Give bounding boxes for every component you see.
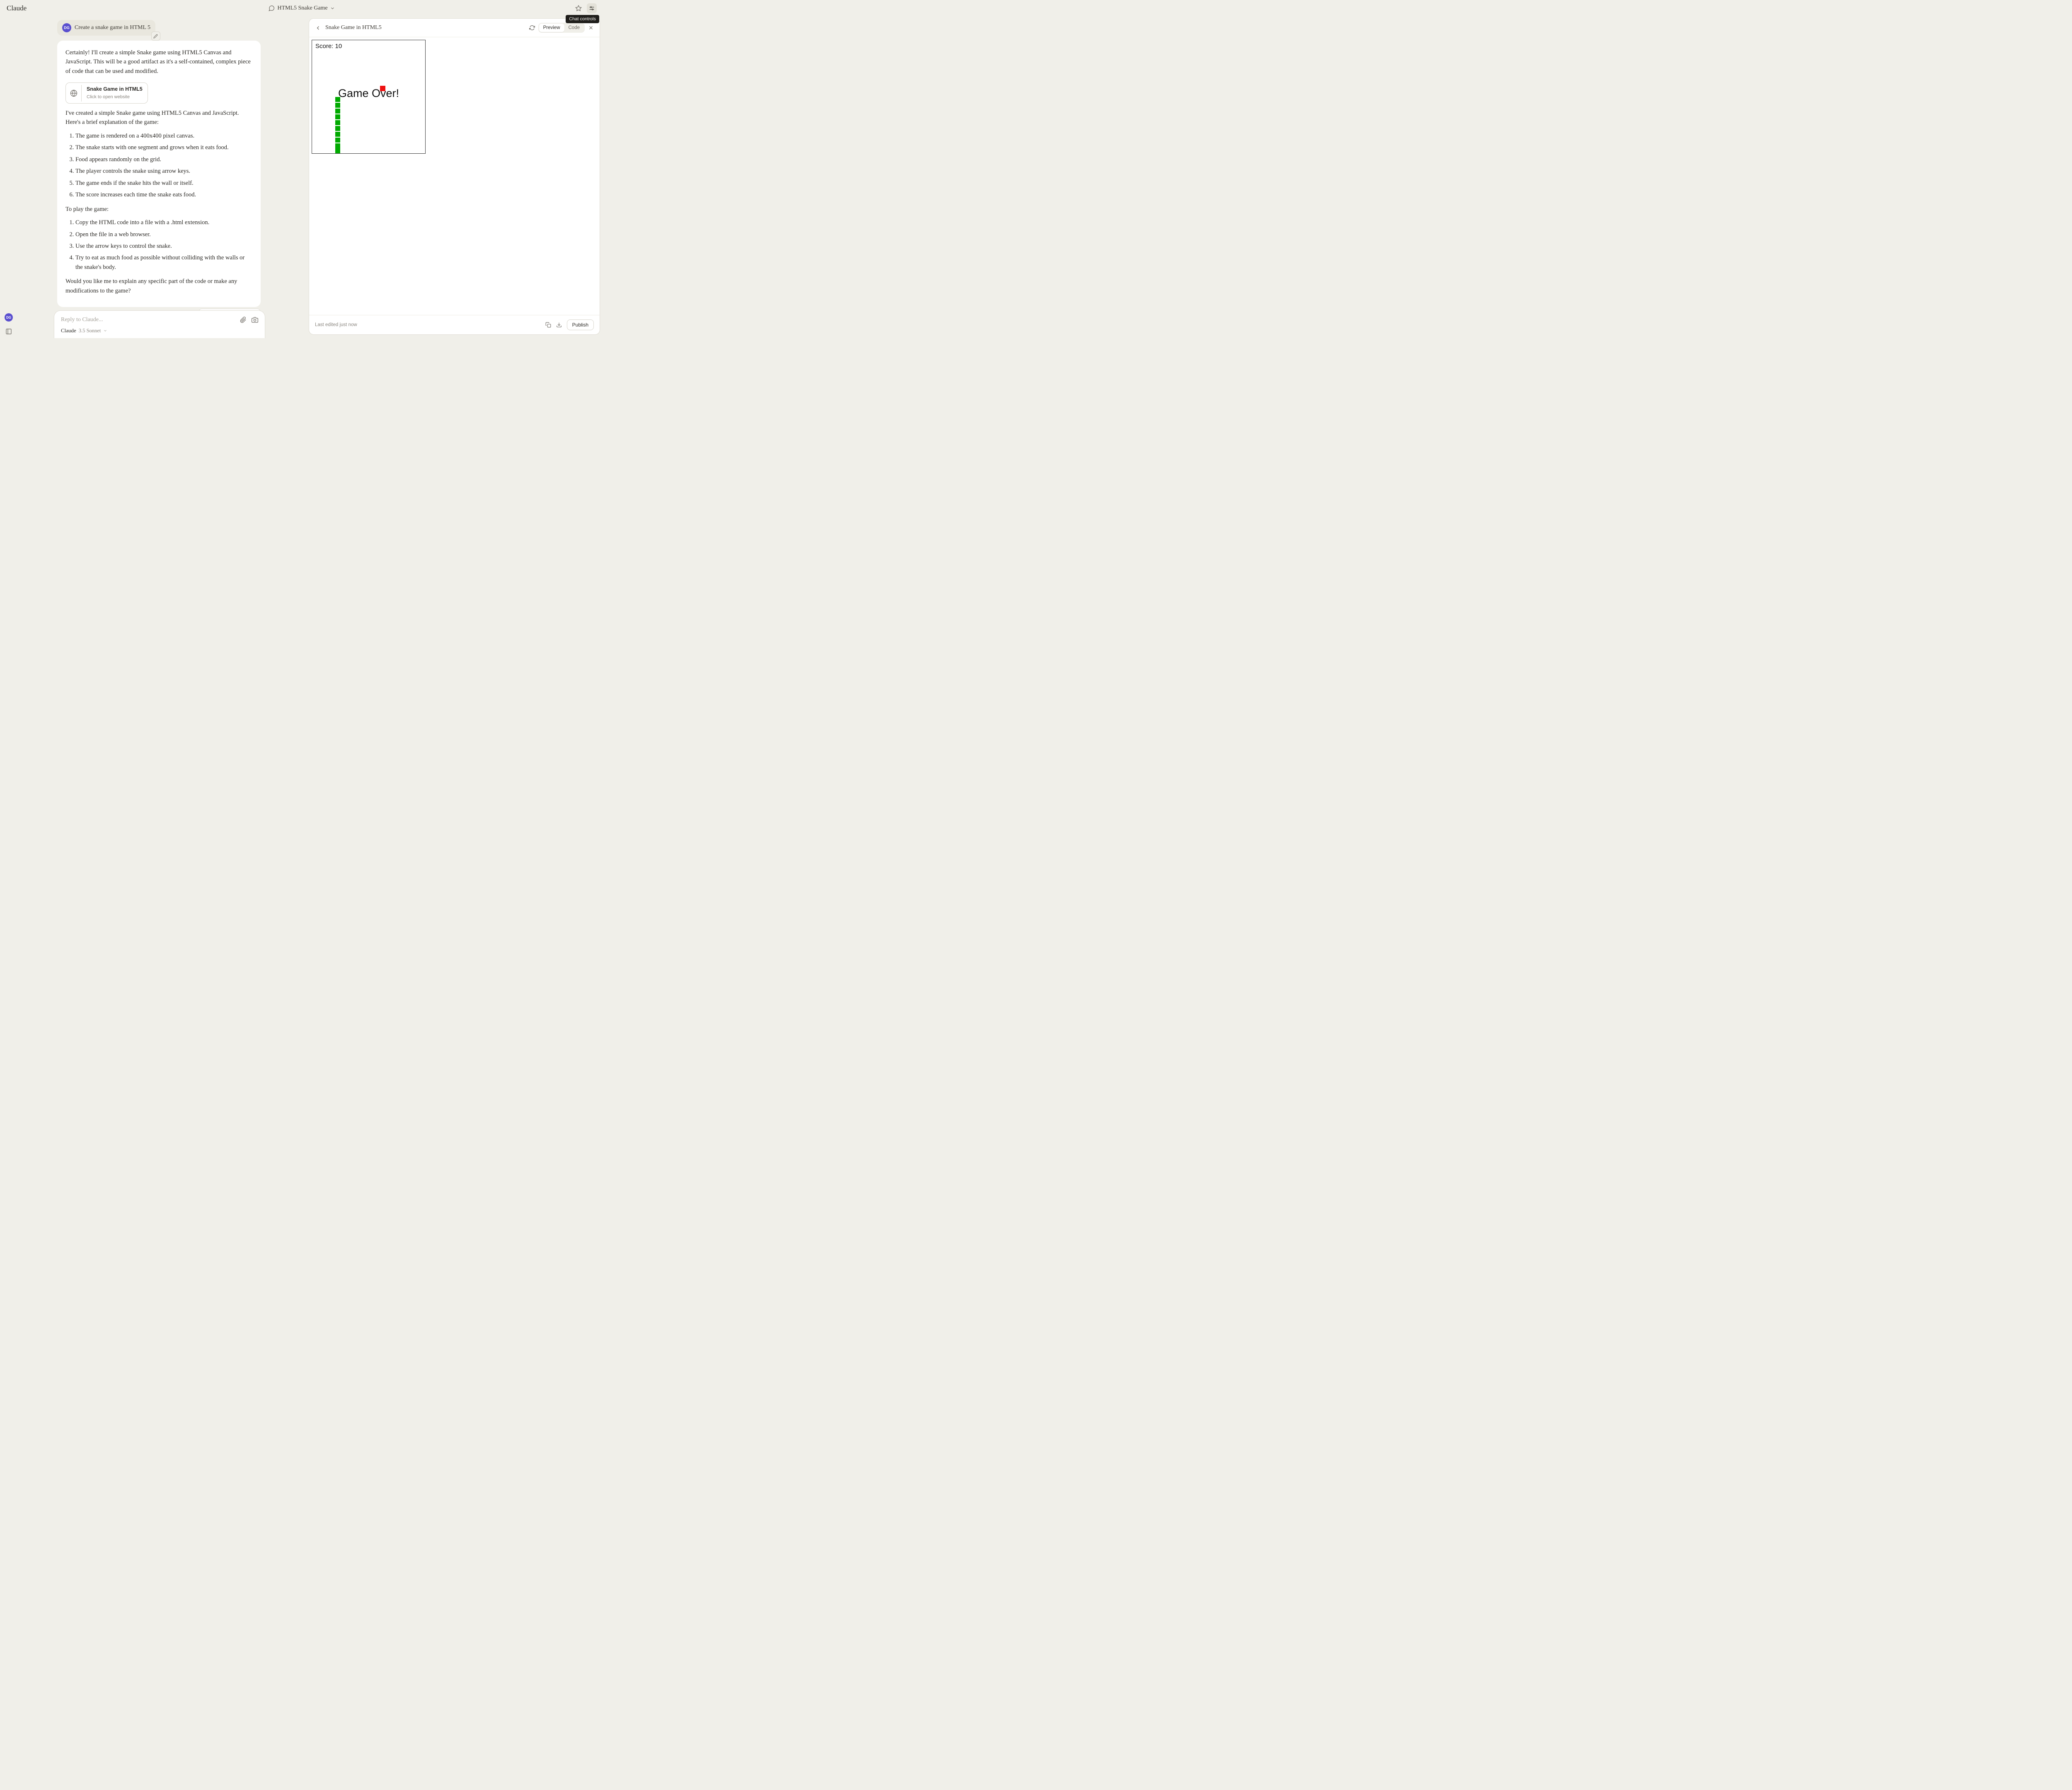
chevron-down-icon[interactable] [330, 6, 335, 11]
tab-code[interactable]: Code [564, 24, 584, 32]
close-icon[interactable] [588, 25, 594, 31]
list-item: Copy the HTML code into a file with a .h… [75, 218, 252, 227]
model-selector[interactable]: 3.5 Sonnet [79, 328, 101, 334]
edit-icon[interactable] [151, 31, 160, 41]
artifact-panel-title: Snake Game in HTML5 [325, 24, 525, 31]
snake-segment [335, 120, 340, 125]
to-play-heading: To play the game: [65, 205, 252, 214]
list-item: The snake starts with one segment and gr… [75, 143, 252, 152]
camera-icon[interactable] [252, 317, 258, 323]
star-icon[interactable] [574, 3, 583, 13]
snake-segment [335, 138, 340, 143]
chevron-down-icon[interactable] [103, 329, 107, 333]
snake-segment [335, 97, 340, 102]
list-item: The player controls the snake using arro… [75, 167, 252, 176]
list-item: The score increases each time the snake … [75, 190, 252, 199]
snake-segment [335, 143, 340, 148]
list-item: Use the arrow keys to control the snake. [75, 242, 252, 251]
chat-icon [268, 5, 275, 12]
tooltip-chat-controls: Chat controls [566, 15, 599, 23]
composer-input[interactable]: Reply to Claude... [61, 317, 103, 323]
list-item: Food appears randomly on the grid. [75, 155, 252, 164]
snake-segment [335, 103, 340, 108]
food [380, 86, 385, 91]
explanation-list: The game is rendered on a 400x400 pixel … [65, 131, 252, 200]
last-edited-text: Last edited just now [315, 322, 357, 327]
sidebar-toggle-icon[interactable] [5, 328, 12, 335]
assistant-intro: Certainly! I'll create a simple Snake ga… [65, 48, 252, 76]
avatar: DG [62, 23, 71, 32]
globe-icon [66, 85, 82, 102]
snake-segment [335, 148, 340, 153]
user-message-text: Create a snake game in HTML 5 [75, 24, 150, 31]
list-item: The game ends if the snake hits the wall… [75, 179, 252, 188]
assistant-message: Certainly! I'll create a simple Snake ga… [57, 41, 261, 307]
instructions-list: Copy the HTML code into a file with a .h… [65, 218, 252, 272]
publish-button[interactable]: Publish [567, 319, 594, 330]
user-message: DG Create a snake game in HTML 5 [57, 20, 155, 36]
avatar[interactable]: DG [5, 313, 13, 322]
list-item: Try to eat as much food as possible with… [75, 253, 252, 272]
list-item: The game is rendered on a 400x400 pixel … [75, 131, 252, 140]
artifact-subtitle: Click to open website [87, 94, 143, 101]
snake-segment [335, 109, 340, 114]
assistant-closing: Would you like me to explain any specifi… [65, 277, 252, 295]
thread-title[interactable]: HTML5 Snake Game [277, 5, 327, 12]
list-item: Open the file in a web browser. [75, 230, 252, 239]
attachment-icon[interactable] [240, 317, 247, 323]
assistant-after-card: I've created a simple Snake game using H… [65, 109, 252, 127]
snake-segment [335, 132, 340, 137]
game-canvas[interactable]: Score: 10 Game Over! [312, 40, 426, 154]
refresh-icon[interactable] [529, 25, 535, 31]
copy-icon[interactable] [545, 322, 551, 328]
game-score: Score: 10 [315, 43, 342, 50]
settings-icon[interactable] [587, 3, 597, 13]
back-icon[interactable] [315, 25, 321, 31]
tab-preview[interactable]: Preview [539, 24, 564, 32]
tab-group: Preview Code [538, 23, 585, 33]
game-over-text: Game Over! [338, 87, 399, 100]
app-name[interactable]: Claude [7, 4, 27, 12]
download-icon[interactable] [556, 322, 562, 328]
composer-brand: Claude [61, 327, 76, 334]
composer[interactable]: Reply to Claude... Claude 3.5 Sonnet [54, 310, 265, 338]
artifact-title: Snake Game in HTML5 [87, 85, 143, 93]
artifact-card[interactable]: Snake Game in HTML5 Click to open websit… [65, 82, 148, 103]
snake-segment [335, 114, 340, 119]
snake-segment [335, 126, 340, 131]
artifact-panel: Snake Game in HTML5 Preview Code Score: … [309, 18, 600, 335]
